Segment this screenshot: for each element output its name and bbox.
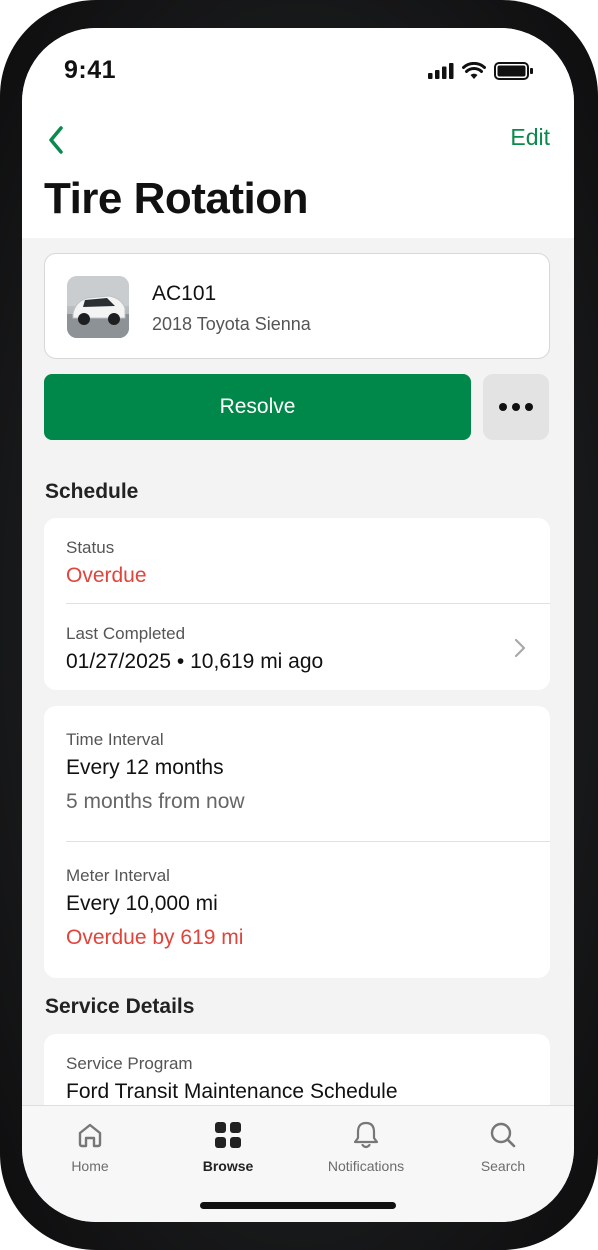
more-options-button[interactable]: [483, 374, 549, 440]
back-button[interactable]: [34, 118, 78, 162]
battery-icon: [494, 62, 533, 80]
schedule-status-card: Status Overdue Last Completed 01/27/2025…: [44, 518, 550, 690]
vehicle-name: AC101: [152, 282, 217, 305]
status-label: Status: [66, 538, 115, 557]
service-details-heading: Service Details: [45, 995, 195, 1018]
chevron-right-icon: [514, 638, 526, 658]
last-completed-row[interactable]: Last Completed 01/27/2025 • 10,619 mi ag…: [66, 624, 550, 674]
last-completed-value: 01/27/2025 • 10,619 mi ago: [66, 650, 324, 673]
meter-interval-label: Meter Interval: [66, 866, 170, 885]
status-value: Overdue: [66, 564, 147, 587]
service-program-label: Service Program: [66, 1054, 193, 1073]
tab-browse-label: Browse: [202, 1158, 254, 1174]
time-interval-value: Every 12 months: [66, 756, 224, 779]
service-program-row: Service Program Ford Transit Maintenance…: [66, 1054, 550, 1104]
tab-search-label: Search: [480, 1158, 526, 1174]
time-interval-sub: 5 months from now: [66, 790, 245, 813]
time-interval-row: Time Interval Every 12 months 5 months f…: [66, 730, 550, 814]
resolve-button[interactable]: Resolve: [44, 374, 471, 440]
home-indicator[interactable]: [200, 1202, 396, 1209]
grid-icon: [215, 1122, 241, 1148]
meter-interval-row: Meter Interval Every 10,000 mi Overdue b…: [66, 866, 550, 950]
tab-notifications[interactable]: Notifications: [311, 1118, 421, 1174]
vehicle-photo: [67, 276, 129, 338]
home-icon: [78, 1123, 102, 1148]
schedule-interval-card: Time Interval Every 12 months 5 months f…: [44, 706, 550, 978]
page-title: Tire Rotation: [44, 174, 309, 223]
wifi-icon: [462, 62, 486, 79]
status-row: Status Overdue: [66, 538, 550, 588]
cellular-signal-icon: [428, 63, 454, 79]
meter-interval-value: Every 10,000 mi: [66, 892, 218, 915]
tab-browse[interactable]: Browse: [173, 1118, 283, 1174]
edit-button[interactable]: Edit: [510, 124, 550, 151]
divider: [66, 603, 550, 604]
time-interval-label: Time Interval: [66, 730, 164, 749]
tab-home-label: Home: [71, 1158, 109, 1174]
bell-icon: [353, 1121, 379, 1149]
vehicle-description: 2018 Toyota Sienna: [152, 314, 311, 334]
vehicle-card[interactable]: AC101 2018 Toyota Sienna: [44, 253, 550, 359]
tab-home[interactable]: Home: [35, 1118, 145, 1174]
divider: [66, 841, 550, 842]
last-completed-label: Last Completed: [66, 624, 186, 643]
schedule-heading: Schedule: [45, 480, 139, 503]
search-icon: [490, 1122, 516, 1148]
phone-screen: 9:41 Edit Tire Rotation AC101 2018 Toyot…: [22, 28, 574, 1222]
status-time: 9:41: [64, 56, 117, 84]
navigation-bar: Edit Tire Rotation: [22, 118, 574, 238]
meter-interval-sub: Overdue by 619 mi: [66, 926, 244, 949]
status-bar: 9:41: [22, 28, 574, 118]
service-program-value: Ford Transit Maintenance Schedule: [66, 1080, 398, 1103]
ellipsis-icon: [499, 403, 533, 411]
chevron-left-icon: [49, 126, 63, 154]
tab-search[interactable]: Search: [448, 1118, 558, 1174]
tab-notifications-label: Notifications: [327, 1158, 405, 1174]
status-icons: [428, 62, 534, 80]
content-area: AC101 2018 Toyota Sienna Resolve Schedul…: [22, 240, 574, 1134]
